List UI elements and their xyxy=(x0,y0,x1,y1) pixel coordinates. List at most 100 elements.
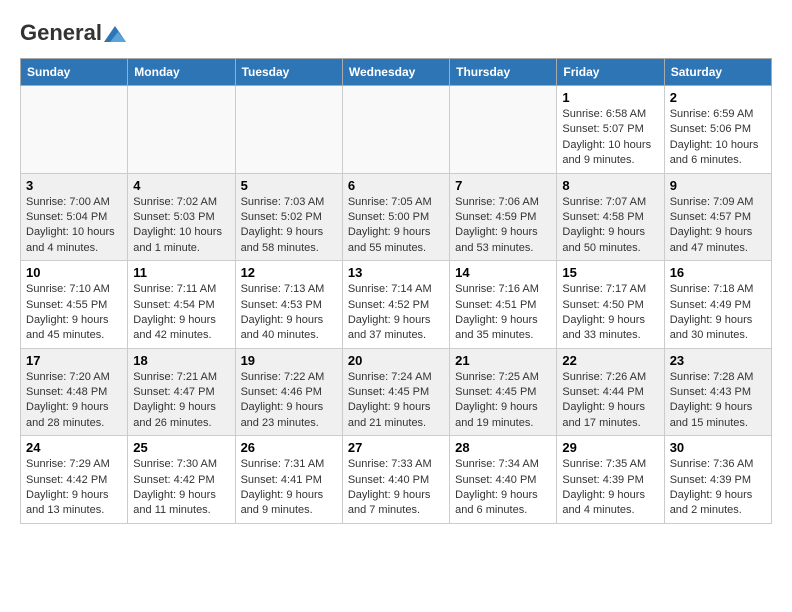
day-number: 9 xyxy=(670,178,766,193)
calendar-header-row: SundayMondayTuesdayWednesdayThursdayFrid… xyxy=(21,59,772,86)
calendar-cell xyxy=(21,86,128,174)
day-info: Sunrise: 7:34 AM Sunset: 4:40 PM Dayligh… xyxy=(455,457,551,519)
day-info: Sunrise: 7:02 AM Sunset: 5:03 PM Dayligh… xyxy=(133,195,229,257)
day-number: 21 xyxy=(455,353,551,368)
day-number: 26 xyxy=(241,440,337,455)
day-number: 22 xyxy=(562,353,658,368)
day-info: Sunrise: 7:22 AM Sunset: 4:46 PM Dayligh… xyxy=(241,370,337,432)
calendar-cell: 18Sunrise: 7:21 AM Sunset: 4:47 PM Dayli… xyxy=(128,348,235,436)
calendar-cell: 13 Sunrise: 7:14 AM Sunset: 4:52 PM Dayli… xyxy=(342,261,449,349)
calendar-week-row: 10 Sunrise: 7:10 AM Sunset: 4:55 PM Dayli… xyxy=(21,261,772,349)
calendar-cell xyxy=(128,86,235,174)
calendar-cell: 6 Sunrise: 7:05 AM Sunset: 5:00 PM Daylig… xyxy=(342,173,449,261)
day-number: 11 xyxy=(133,265,229,280)
calendar-cell: 12 Sunrise: 7:13 AM Sunset: 4:53 PM Dayli… xyxy=(235,261,342,349)
calendar-cell: 10 Sunrise: 7:10 AM Sunset: 4:55 PM Dayli… xyxy=(21,261,128,349)
day-info: Sunrise: 7:00 AM Sunset: 5:04 PM Dayligh… xyxy=(26,195,122,257)
day-info: Sunrise: 7:13 AM Sunset: 4:53 PM Dayligh… xyxy=(241,282,337,344)
calendar-cell xyxy=(450,86,557,174)
day-number: 6 xyxy=(348,178,444,193)
day-info: Sunrise: 7:11 AM Sunset: 4:54 PM Dayligh… xyxy=(133,282,229,344)
day-number: 5 xyxy=(241,178,337,193)
day-info: Sunrise: 7:21 AM Sunset: 4:47 PM Dayligh… xyxy=(133,370,229,432)
day-info: Sunrise: 7:10 AM Sunset: 4:55 PM Dayligh… xyxy=(26,282,122,344)
day-number: 23 xyxy=(670,353,766,368)
day-info: Sunrise: 7:33 AM Sunset: 4:40 PM Dayligh… xyxy=(348,457,444,519)
day-number: 14 xyxy=(455,265,551,280)
day-info: Sunrise: 7:31 AM Sunset: 4:41 PM Dayligh… xyxy=(241,457,337,519)
day-number: 15 xyxy=(562,265,658,280)
weekday-header-saturday: Saturday xyxy=(664,59,771,86)
weekday-header-tuesday: Tuesday xyxy=(235,59,342,86)
calendar-week-row: 17 Sunrise: 7:20 AM Sunset: 4:48 PM Dayli… xyxy=(21,348,772,436)
day-number: 25 xyxy=(133,440,229,455)
day-info: Sunrise: 7:24 AM Sunset: 4:45 PM Dayligh… xyxy=(348,370,444,432)
calendar-cell: 25 Sunrise: 7:30 AM Sunset: 4:42 PM Dayli… xyxy=(128,436,235,524)
day-info: Sunrise: 7:18 AM Sunset: 4:49 PM Dayligh… xyxy=(670,282,766,344)
calendar-cell: 22 Sunrise: 7:26 AM Sunset: 4:44 PM Dayli… xyxy=(557,348,664,436)
calendar-cell: 16 Sunrise: 7:18 AM Sunset: 4:49 PM Dayli… xyxy=(664,261,771,349)
day-number: 8 xyxy=(562,178,658,193)
day-info: Sunrise: 7:07 AM Sunset: 4:58 PM Dayligh… xyxy=(562,195,658,257)
day-info: Sunrise: 7:05 AM Sunset: 5:00 PM Dayligh… xyxy=(348,195,444,257)
day-number: 3 xyxy=(26,178,122,193)
calendar-cell: 7 Sunrise: 7:06 AM Sunset: 4:59 PM Daylig… xyxy=(450,173,557,261)
day-info: Sunrise: 7:09 AM Sunset: 4:57 PM Dayligh… xyxy=(670,195,766,257)
calendar-cell xyxy=(235,86,342,174)
day-number: 1 xyxy=(562,90,658,105)
day-number: 29 xyxy=(562,440,658,455)
day-number: 27 xyxy=(348,440,444,455)
day-number: 4 xyxy=(133,178,229,193)
day-number: 20 xyxy=(348,353,444,368)
weekday-header-monday: Monday xyxy=(128,59,235,86)
day-info: Sunrise: 7:29 AM Sunset: 4:42 PM Dayligh… xyxy=(26,457,122,519)
calendar-cell: 30Sunrise: 7:36 AM Sunset: 4:39 PM Dayli… xyxy=(664,436,771,524)
page-header: General xyxy=(20,20,772,42)
calendar-week-row: 3 Sunrise: 7:00 AM Sunset: 5:04 PM Daylig… xyxy=(21,173,772,261)
calendar-cell: 19 Sunrise: 7:22 AM Sunset: 4:46 PM Dayli… xyxy=(235,348,342,436)
day-number: 17 xyxy=(26,353,122,368)
day-number: 28 xyxy=(455,440,551,455)
calendar-cell: 4 Sunrise: 7:02 AM Sunset: 5:03 PM Daylig… xyxy=(128,173,235,261)
day-info: Sunrise: 7:17 AM Sunset: 4:50 PM Dayligh… xyxy=(562,282,658,344)
calendar-cell: 1 Sunrise: 6:58 AM Sunset: 5:07 PM Daylig… xyxy=(557,86,664,174)
calendar-cell xyxy=(342,86,449,174)
day-info: Sunrise: 7:06 AM Sunset: 4:59 PM Dayligh… xyxy=(455,195,551,257)
day-number: 19 xyxy=(241,353,337,368)
calendar-cell: 28 Sunrise: 7:34 AM Sunset: 4:40 PM Dayli… xyxy=(450,436,557,524)
calendar-cell: 21Sunrise: 7:25 AM Sunset: 4:45 PM Dayli… xyxy=(450,348,557,436)
weekday-header-friday: Friday xyxy=(557,59,664,86)
day-info: Sunrise: 7:20 AM Sunset: 4:48 PM Dayligh… xyxy=(26,370,122,432)
day-info: Sunrise: 7:30 AM Sunset: 4:42 PM Dayligh… xyxy=(133,457,229,519)
day-info: Sunrise: 7:35 AM Sunset: 4:39 PM Dayligh… xyxy=(562,457,658,519)
calendar-week-row: 1 Sunrise: 6:58 AM Sunset: 5:07 PM Daylig… xyxy=(21,86,772,174)
day-number: 16 xyxy=(670,265,766,280)
calendar-cell: 3 Sunrise: 7:00 AM Sunset: 5:04 PM Daylig… xyxy=(21,173,128,261)
calendar-cell: 8 Sunrise: 7:07 AM Sunset: 4:58 PM Daylig… xyxy=(557,173,664,261)
calendar-cell: 23 Sunrise: 7:28 AM Sunset: 4:43 PM Dayli… xyxy=(664,348,771,436)
calendar-cell: 11 Sunrise: 7:11 AM Sunset: 4:54 PM Dayli… xyxy=(128,261,235,349)
calendar-cell: 20 Sunrise: 7:24 AM Sunset: 4:45 PM Dayli… xyxy=(342,348,449,436)
calendar-cell: 26 Sunrise: 7:31 AM Sunset: 4:41 PM Dayli… xyxy=(235,436,342,524)
calendar-cell: 9 Sunrise: 7:09 AM Sunset: 4:57 PM Daylig… xyxy=(664,173,771,261)
calendar-cell: 27 Sunrise: 7:33 AM Sunset: 4:40 PM Dayli… xyxy=(342,436,449,524)
weekday-header-sunday: Sunday xyxy=(21,59,128,86)
day-number: 12 xyxy=(241,265,337,280)
logo-icon xyxy=(104,26,126,42)
day-number: 24 xyxy=(26,440,122,455)
day-number: 7 xyxy=(455,178,551,193)
calendar-cell: 17 Sunrise: 7:20 AM Sunset: 4:48 PM Dayli… xyxy=(21,348,128,436)
logo: General xyxy=(20,20,126,42)
day-info: Sunrise: 6:58 AM Sunset: 5:07 PM Dayligh… xyxy=(562,107,658,169)
day-number: 13 xyxy=(348,265,444,280)
calendar-week-row: 24 Sunrise: 7:29 AM Sunset: 4:42 PM Dayli… xyxy=(21,436,772,524)
calendar-cell: 24 Sunrise: 7:29 AM Sunset: 4:42 PM Dayli… xyxy=(21,436,128,524)
day-number: 2 xyxy=(670,90,766,105)
day-info: Sunrise: 7:14 AM Sunset: 4:52 PM Dayligh… xyxy=(348,282,444,344)
day-number: 10 xyxy=(26,265,122,280)
day-info: Sunrise: 7:28 AM Sunset: 4:43 PM Dayligh… xyxy=(670,370,766,432)
calendar-cell: 14Sunrise: 7:16 AM Sunset: 4:51 PM Dayli… xyxy=(450,261,557,349)
day-info: Sunrise: 7:26 AM Sunset: 4:44 PM Dayligh… xyxy=(562,370,658,432)
day-number: 30 xyxy=(670,440,766,455)
logo-text-general: General xyxy=(20,20,102,46)
